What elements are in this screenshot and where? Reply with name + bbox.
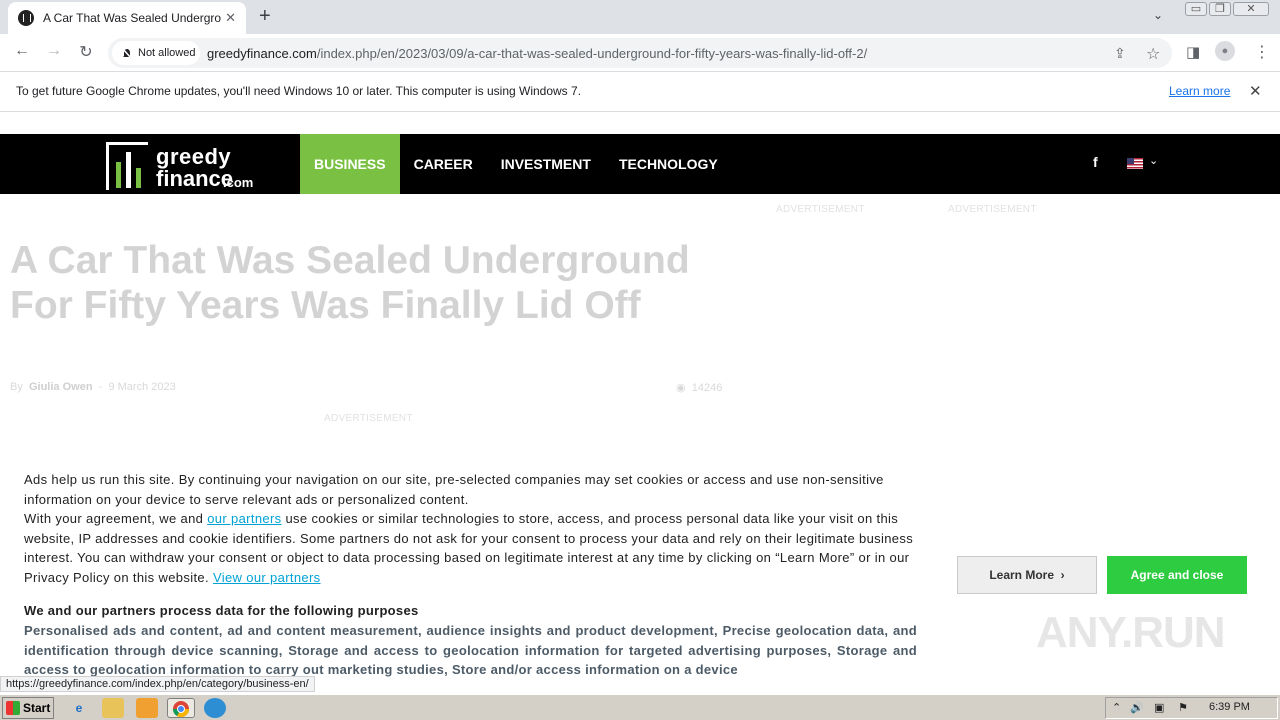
article-date: 9 March 2023	[108, 381, 176, 393]
restore-button[interactable]: ❐	[1209, 2, 1231, 16]
bookmark-star-icon[interactable]: ☆	[1146, 44, 1160, 64]
web-page: greedy finance .com BUSINESS CAREER INVE…	[0, 113, 1280, 692]
consent-text: Ads help us run this site. By continuing…	[24, 470, 917, 588]
author-link[interactable]: Giulia Owen	[29, 381, 93, 393]
anyrun-watermark: ANY.RUN	[1036, 608, 1226, 657]
learn-more-label: Learn More	[989, 568, 1054, 582]
new-tab-button[interactable]: +	[259, 6, 271, 26]
cookie-consent-banner: Ads help us run this site. By continuing…	[0, 458, 1280, 692]
facebook-icon[interactable]: f	[1093, 154, 1098, 170]
notifications-blocked-icon	[122, 48, 132, 59]
tab-title: A Car That Was Sealed Underground For Fi…	[43, 11, 221, 25]
view-partners-link[interactable]: View our partners	[213, 570, 321, 585]
site-chip-label: Not allowed	[138, 47, 196, 59]
purposes-list: Personalised ads and content, ad and con…	[24, 623, 917, 678]
nav-item-investment[interactable]: INVESTMENT	[487, 134, 605, 194]
system-tray: ⌃ 🔊 ▣ ⚑ 6:39 PM	[1105, 697, 1278, 719]
nav-item-career[interactable]: CAREER	[400, 134, 487, 194]
start-button[interactable]: Start	[2, 697, 54, 719]
start-label: Start	[23, 701, 51, 715]
address-bar[interactable]: Not allowed greedyfinance.com/index.php/…	[108, 38, 1172, 68]
minimize-button[interactable]: ▭	[1185, 2, 1207, 16]
infobar-learn-more-link[interactable]: Learn more	[1169, 84, 1230, 98]
our-partners-link[interactable]: our partners	[207, 511, 281, 526]
article-meta: By Giulia Owen - 9 March 2023	[10, 381, 176, 393]
view-count-value: 14246	[691, 382, 723, 394]
reload-button[interactable]: ↻	[75, 42, 97, 62]
logo-candle-icon	[136, 168, 141, 188]
infobar-message: To get future Google Chrome updates, you…	[16, 84, 582, 98]
action-center-flag-icon[interactable]: ⚑	[1178, 701, 1188, 714]
network-icon[interactable]: ▣	[1154, 701, 1164, 714]
consent-paragraph-1: Ads help us run this site. By continuing…	[24, 472, 884, 507]
clock[interactable]: 6:39 PM	[1209, 701, 1250, 713]
site-info-chip[interactable]: Not allowed	[112, 41, 200, 65]
logo-text-finance: finance	[156, 166, 234, 191]
infobar-close-icon[interactable]: ✕	[1249, 82, 1262, 100]
eye-icon: ◉	[676, 382, 686, 394]
url-path: /index.php/en/2023/03/09/a-car-that-was-…	[316, 46, 868, 61]
chrome-menu-icon[interactable]: ⋮	[1254, 42, 1270, 62]
show-hidden-icons-icon[interactable]: ⌃	[1112, 701, 1121, 714]
view-count: ◉ 14246	[676, 381, 722, 394]
logo-candle-icon	[116, 162, 121, 188]
update-infobar: To get future Google Chrome updates, you…	[0, 72, 1280, 112]
learn-more-button[interactable]: Learn More ›	[957, 556, 1097, 594]
share-icon[interactable]: ⇪	[1114, 45, 1126, 62]
tab-search-icon[interactable]: ⌄	[1153, 8, 1163, 22]
site-logo[interactable]: greedy finance .com	[106, 142, 286, 191]
windows-logo-icon	[6, 701, 20, 715]
logo-text-suffix: .com	[223, 175, 254, 190]
tab-close-icon[interactable]: ✕	[225, 10, 236, 26]
site-header: greedy finance .com BUSINESS CAREER INVE…	[0, 134, 1280, 194]
internet-explorer-icon[interactable]: e	[68, 698, 90, 718]
tab-strip: A Car That Was Sealed Underground For Fi…	[0, 0, 1280, 34]
nav-item-technology[interactable]: TECHNOLOGY	[605, 134, 732, 194]
back-button[interactable]: ←	[11, 42, 33, 60]
consent-paragraph-2a: With your agreement, we and	[24, 511, 208, 527]
purposes-heading: We and our partners process data for the…	[24, 603, 419, 618]
logo-candle-icon	[126, 152, 131, 188]
window-close-button[interactable]: ✕	[1233, 2, 1269, 16]
side-panel-icon[interactable]: ◨	[1186, 43, 1200, 61]
profile-avatar-icon[interactable]: ●	[1215, 41, 1235, 61]
by-label: By	[10, 381, 23, 393]
ad-label: ADVERTISEMENT	[948, 204, 1037, 215]
agree-and-close-button[interactable]: Agree and close	[1107, 556, 1247, 594]
us-flag-icon[interactable]	[1127, 158, 1143, 169]
file-explorer-icon[interactable]	[102, 698, 124, 718]
ad-label: ADVERTISEMENT	[324, 413, 413, 424]
meta-separator: -	[98, 381, 103, 393]
article-title: A Car That Was Sealed Underground For Fi…	[10, 239, 690, 327]
site-favicon-icon	[18, 10, 34, 26]
url-text[interactable]: greedyfinance.com/index.php/en/2023/03/0…	[207, 46, 867, 61]
chrome-taskbar-icon[interactable]	[167, 698, 195, 718]
taskbar: Start e ⌃ 🔊 ▣ ⚑ 6:39 PM	[0, 694, 1280, 720]
status-bar-url: https://greedyfinance.com/index.php/en/c…	[0, 676, 315, 692]
ad-label: ADVERTISEMENT	[776, 204, 865, 215]
main-nav: BUSINESS CAREER INVESTMENT TECHNOLOGY	[300, 134, 732, 194]
browser-toolbar: ← → ↻ Not allowed greedyfinance.com/inde…	[0, 34, 1280, 72]
language-caret-icon[interactable]: ⌄	[1149, 154, 1158, 167]
edge-icon[interactable]	[204, 698, 226, 718]
nav-item-business[interactable]: BUSINESS	[300, 134, 400, 194]
media-player-icon[interactable]	[136, 698, 158, 718]
volume-icon[interactable]: 🔊	[1130, 701, 1144, 714]
browser-tab[interactable]: A Car That Was Sealed Underground For Fi…	[8, 2, 246, 34]
url-host: greedyfinance.com	[207, 46, 317, 61]
forward-button[interactable]: →	[43, 42, 65, 60]
chevron-right-icon: ›	[1060, 568, 1065, 582]
